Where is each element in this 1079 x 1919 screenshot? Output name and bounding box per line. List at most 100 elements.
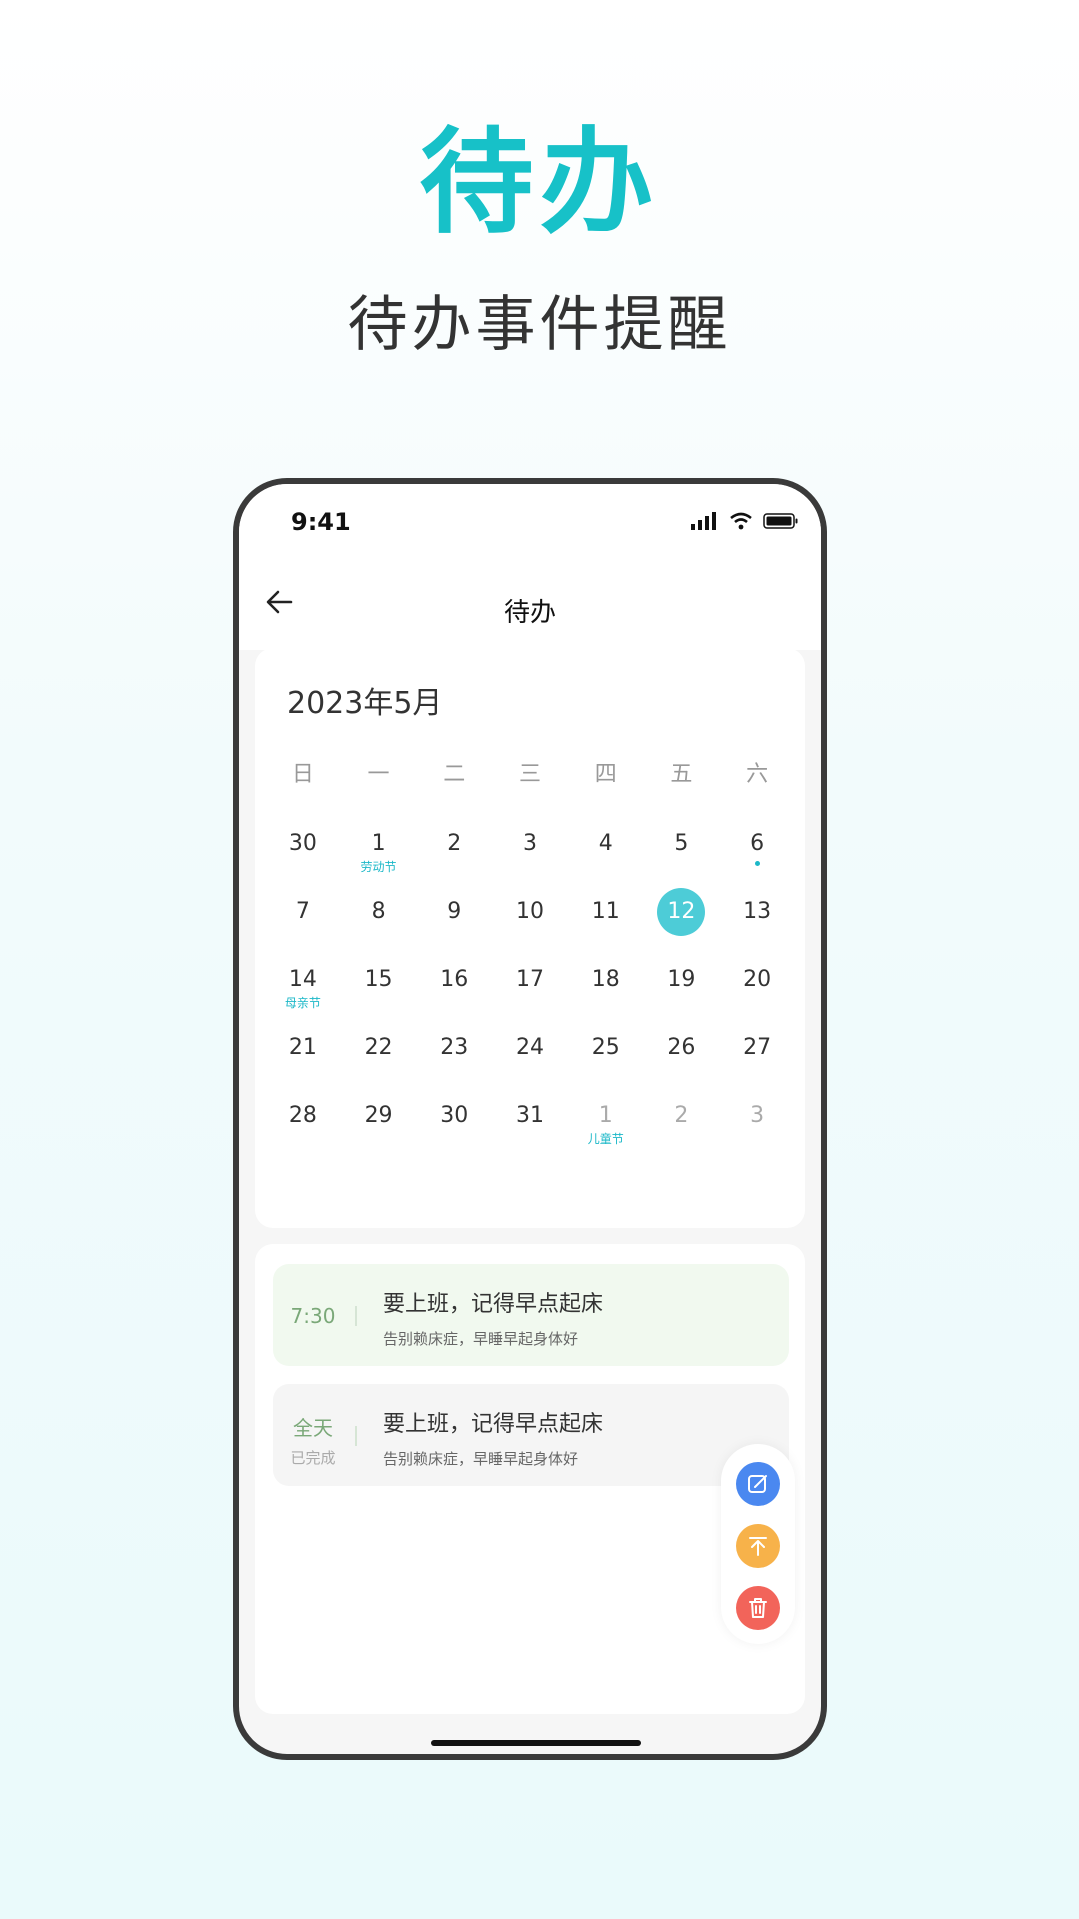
calendar-day[interactable]: 13 (719, 894, 795, 962)
day-number: 19 (667, 967, 696, 992)
calendar-day[interactable]: 25 (568, 1030, 644, 1098)
calendar-day[interactable]: 6 (719, 826, 795, 894)
day-number: 28 (288, 1103, 317, 1128)
calendar-day[interactable]: 7 (265, 894, 341, 962)
day-number: 30 (288, 831, 317, 856)
calendar-day[interactable]: 30 (416, 1098, 492, 1166)
day-number: 17 (515, 967, 544, 992)
day-number: 24 (515, 1035, 544, 1060)
day-number: 23 (440, 1035, 469, 1060)
weekday-header: 日一二三四五六 (265, 756, 795, 788)
day-number: 30 (440, 1103, 469, 1128)
day-number: 4 (598, 831, 613, 856)
edit-icon (748, 1475, 767, 1493)
calendar-day[interactable]: 5 (644, 826, 720, 894)
day-number: 10 (515, 899, 544, 924)
pin-top-button[interactable] (736, 1524, 780, 1568)
day-number: 2 (447, 831, 462, 856)
day-number: 13 (743, 899, 772, 924)
home-indicator (431, 1740, 641, 1746)
calendar-day[interactable]: 3 (492, 826, 568, 894)
calendar-day[interactable]: 1 儿童节 (568, 1098, 644, 1166)
weekday-label: 五 (670, 762, 693, 787)
status-time: 9:41 (291, 508, 351, 536)
edit-button[interactable] (736, 1462, 780, 1506)
weekday-label: 一 (367, 762, 390, 787)
status-bar: 9:41 (239, 484, 821, 564)
todo-time-block: 全天 已完成 (273, 1412, 353, 1468)
calendar-day[interactable]: 4 (568, 826, 644, 894)
calendar-grid: 30 1 劳动节 2 3 4 5 6 7 8 9 10 11 12 13 14 母亲节 15 16 17 18 19 20 2… (265, 826, 795, 1166)
calendar-day[interactable]: 29 (341, 1098, 417, 1166)
hero-subtitle: 待办事件提醒 (347, 290, 732, 360)
calendar-day[interactable]: 11 (568, 894, 644, 962)
weekday-label: 三 (518, 762, 541, 787)
signal-icon (691, 512, 716, 530)
calendar-day[interactable]: 2 (416, 826, 492, 894)
calendar-day[interactable]: 15 (341, 962, 417, 1030)
calendar-day[interactable]: 23 (416, 1030, 492, 1098)
calendar-day[interactable]: 21 (265, 1030, 341, 1098)
day-number: 3 (750, 1103, 765, 1128)
calendar-day[interactable]: 22 (341, 1030, 417, 1098)
day-number: 11 (591, 899, 620, 924)
holiday-label: 儿童节 (587, 1132, 624, 1146)
calendar-day[interactable]: 28 (265, 1098, 341, 1166)
calendar-day[interactable]: 10 (492, 894, 568, 962)
weekday-label: 日 (291, 762, 314, 787)
calendar-day[interactable]: 14 母亲节 (265, 962, 341, 1030)
todo-status: 已完成 (290, 1449, 336, 1467)
day-number: 27 (743, 1035, 772, 1060)
calendar-day[interactable]: 19 (644, 962, 720, 1030)
calendar-month: 2023年5月 (287, 686, 443, 721)
todo-item[interactable]: 7:30 要上班，记得早点起床 告别赖床症，早睡早起身体好 (273, 1264, 789, 1366)
day-number: 31 (515, 1103, 544, 1128)
calendar-day[interactable]: 16 (416, 962, 492, 1030)
calendar-day[interactable]: 27 (719, 1030, 795, 1098)
calendar-day[interactable]: 26 (644, 1030, 720, 1098)
calendar-day[interactable]: 24 (492, 1030, 568, 1098)
action-bar (721, 1444, 795, 1644)
trash-icon (749, 1598, 767, 1618)
todo-title: 要上班，记得早点起床 (383, 1292, 604, 1317)
day-number: 25 (591, 1035, 620, 1060)
calendar-day[interactable]: 1 劳动节 (341, 826, 417, 894)
hero-title: 待办 (419, 116, 660, 249)
day-number: 22 (364, 1035, 393, 1060)
calendar-day[interactable]: 9 (416, 894, 492, 962)
holiday-label: 母亲节 (284, 996, 321, 1010)
status-icons (691, 512, 799, 530)
todo-divider (355, 1426, 357, 1446)
day-number: 6 (750, 831, 765, 856)
weekday-label: 二 (443, 762, 466, 787)
calendar-day[interactable]: 2 (644, 1098, 720, 1166)
calendar-day[interactable]: 18 (568, 962, 644, 1030)
holiday-label: 劳动节 (360, 860, 397, 874)
calendar-day[interactable]: 31 (492, 1098, 568, 1166)
todo-time: 7:30 (290, 1304, 336, 1328)
calendar-day[interactable]: 20 (719, 962, 795, 1030)
day-number: 15 (364, 967, 393, 992)
wifi-icon (730, 512, 752, 530)
day-number: 14 (288, 967, 317, 992)
battery-icon (763, 513, 798, 529)
calendar-day[interactable]: 3 (719, 1098, 795, 1166)
page-title: 待办 (503, 598, 556, 628)
day-number: 8 (371, 899, 386, 924)
weekday-label: 四 (594, 762, 617, 787)
calendar-day[interactable]: 30 (265, 826, 341, 894)
calendar-day[interactable]: 17 (492, 962, 568, 1030)
day-number: 1 (371, 831, 386, 856)
todo-item[interactable]: 全天 已完成 要上班，记得早点起床 告别赖床症，早睡早起身体好 (273, 1384, 789, 1486)
day-number: 3 (522, 831, 537, 856)
calendar-day-selected[interactable]: 12 (644, 888, 720, 962)
day-number: 12 (657, 888, 706, 936)
day-number: 7 (295, 899, 310, 924)
todo-divider (355, 1306, 357, 1326)
phone-frame: 9:41 待办 2023年5月 日 一 二 三 四 五 六 30 1 劳动节 2… (233, 478, 827, 1760)
pin-top-icon (749, 1537, 767, 1556)
calendar-day[interactable]: 8 (341, 894, 417, 962)
delete-button[interactable] (736, 1586, 780, 1630)
day-number: 20 (743, 967, 772, 992)
day-number: 9 (447, 899, 462, 924)
